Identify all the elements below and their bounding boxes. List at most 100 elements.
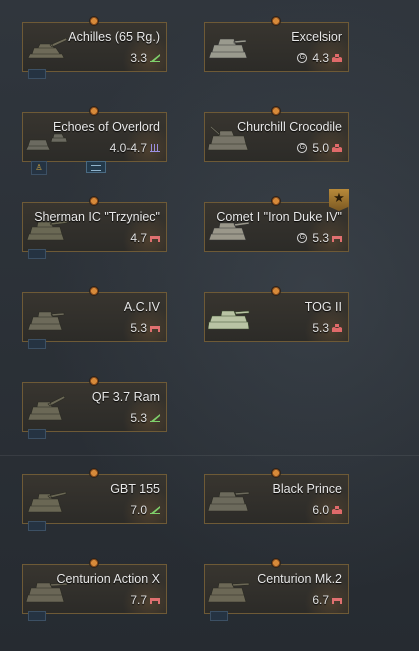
medium-tank-icon (332, 598, 342, 604)
rank-divider (0, 455, 419, 456)
crew-slot-tab[interactable] (28, 429, 46, 439)
group-folder-icon[interactable] (86, 161, 106, 173)
research-status-icon (89, 196, 99, 206)
research-status-icon (89, 468, 99, 478)
tank-thumbnail-icon (27, 395, 66, 421)
tank-destroyer-icon (150, 414, 160, 422)
battle-rating: 5.3 (312, 321, 342, 335)
medium-tank-icon (150, 598, 160, 604)
tank-thumbnail-icon (208, 38, 248, 59)
vehicle-card-gbt-155[interactable]: GBT 155 7.0 (22, 468, 167, 531)
heavy-tank-icon (332, 54, 342, 62)
battle-rating: 6.0 (312, 503, 342, 517)
research-status-icon (89, 106, 99, 116)
battle-rating: 3.3 (130, 51, 160, 65)
crew-slot-tab[interactable] (28, 69, 46, 79)
research-status-icon (89, 558, 99, 568)
battle-rating-value: 4.0-4.7 (109, 141, 147, 155)
vehicle-name: Comet I "Iron Duke IV" (216, 210, 342, 224)
vehicle-card-comet-iron-duke[interactable]: ★ Comet I "Iron Duke IV" G 5.3 (204, 189, 349, 252)
tank-thumbnail-icon (27, 37, 68, 59)
research-status-icon (271, 16, 281, 26)
vehicle-card-black-prince[interactable]: Black Prince 6.0 (204, 468, 349, 524)
battle-rating-value: 5.3 (130, 411, 147, 425)
research-status-icon (89, 376, 99, 386)
battle-rating-value: 7.7 (130, 593, 147, 607)
heavy-tank-icon (332, 324, 342, 332)
medium-tank-icon (332, 236, 342, 242)
research-status-icon (271, 196, 281, 206)
crew-slot-tab[interactable] (28, 611, 46, 621)
vehicle-name: Achilles (65 Rg.) (68, 30, 160, 44)
battle-rating-value: 3.3 (130, 51, 147, 65)
battle-rating: 4.0-4.7 (110, 141, 160, 155)
crew-slot-tab[interactable] (28, 249, 46, 259)
crew-badge-icon[interactable]: ♙ (31, 161, 47, 175)
vehicle-card-centurion-mk2[interactable]: Centurion Mk.2 6.7 (204, 558, 349, 621)
tank-thumbnail-icon (208, 582, 250, 603)
vehicle-name: Echoes of Overlord (53, 120, 160, 134)
research-status-icon (271, 558, 281, 568)
battle-rating-value: 6.7 (312, 593, 329, 607)
vehicle-card-qf-37-ram[interactable]: QF 3.7 Ram 5.3 (22, 376, 167, 439)
medium-tank-icon (150, 326, 160, 332)
pack-rank-icon (150, 144, 160, 152)
vehicle-name: Sherman IC "Trzyniec" (34, 210, 160, 224)
research-status-icon (89, 286, 99, 296)
vehicle-card-excelsior[interactable]: Excelsior G 4.3 (204, 16, 349, 72)
battle-rating-value: 6.0 (312, 503, 329, 517)
vehicle-card-echoes-of-overlord[interactable]: Echoes of Overlord 4.0-4.7 ♙ (22, 106, 167, 175)
vehicle-card-tog-ii[interactable]: TOG II 5.3 (204, 286, 349, 342)
research-status-icon (271, 286, 281, 296)
vehicle-name: TOG II (304, 300, 342, 314)
battle-rating-value: 5.0 (312, 141, 329, 155)
heavy-tank-icon (332, 506, 342, 514)
battle-rating: G 4.3 (297, 51, 342, 65)
tank-thumbnail-icon (27, 311, 65, 331)
premium-vehicle-icon: G (297, 233, 308, 243)
vehicle-name: Excelsior (291, 30, 342, 44)
vehicle-card-achilles[interactable]: Achilles (65 Rg.) 3.3 (22, 16, 167, 79)
medium-tank-icon (150, 236, 160, 242)
battle-rating-value: 5.3 (312, 321, 329, 335)
vehicle-name: Centurion Mk.2 (257, 572, 342, 586)
star-squadron-icon: ★ (329, 189, 349, 211)
vehicle-card-churchill-crocodile[interactable]: Churchill Crocodile G 5.0 (204, 106, 349, 162)
battle-rating: 6.7 (312, 593, 342, 607)
tank-thumbnail-icon (208, 491, 250, 512)
battle-rating: 4.7 (130, 231, 160, 245)
research-status-icon (89, 16, 99, 26)
vehicle-name: QF 3.7 Ram (91, 390, 160, 404)
vehicle-name: A.C.IV (123, 300, 160, 314)
battle-rating: 5.3 (130, 411, 160, 425)
battle-rating: G 5.3 (297, 231, 342, 245)
premium-vehicle-icon: G (297, 53, 308, 63)
battle-rating: 7.7 (130, 593, 160, 607)
premium-vehicle-icon: G (297, 143, 308, 153)
vehicle-card-sherman-ic-trzyniec[interactable]: Sherman IC "Trzyniec" 4.7 (22, 196, 167, 259)
tank-thumbnail-icon (208, 310, 250, 330)
battle-rating-value: 4.3 (312, 51, 329, 65)
battle-rating-value: 5.3 (312, 231, 329, 245)
battle-rating: G 5.0 (297, 141, 342, 155)
crew-slot-tab[interactable] (28, 339, 46, 349)
research-status-icon (271, 106, 281, 116)
heavy-tank-icon (332, 144, 342, 152)
battle-rating-value: 7.0 (130, 503, 147, 517)
tank-destroyer-icon (150, 54, 160, 62)
vehicle-card-acIV[interactable]: A.C.IV 5.3 (22, 286, 167, 349)
research-status-icon (271, 468, 281, 478)
battle-rating: 5.3 (130, 321, 160, 335)
tank-destroyer-icon (150, 506, 160, 514)
crew-slot-tab[interactable] (28, 521, 46, 531)
vehicle-name: Centurion Action X (56, 572, 160, 586)
battle-rating: 7.0 (130, 503, 160, 517)
battle-rating-value: 4.7 (130, 231, 147, 245)
vehicle-name: Black Prince (272, 482, 342, 496)
vehicle-card-centurion-action-x[interactable]: Centurion Action X 7.7 (22, 558, 167, 621)
vehicle-name: GBT 155 (110, 482, 160, 496)
crew-slot-tab[interactable] (210, 611, 228, 621)
tank-thumbnail-icon (27, 491, 67, 513)
battle-rating-value: 5.3 (130, 321, 147, 335)
vehicle-name: Churchill Crocodile (237, 120, 342, 134)
